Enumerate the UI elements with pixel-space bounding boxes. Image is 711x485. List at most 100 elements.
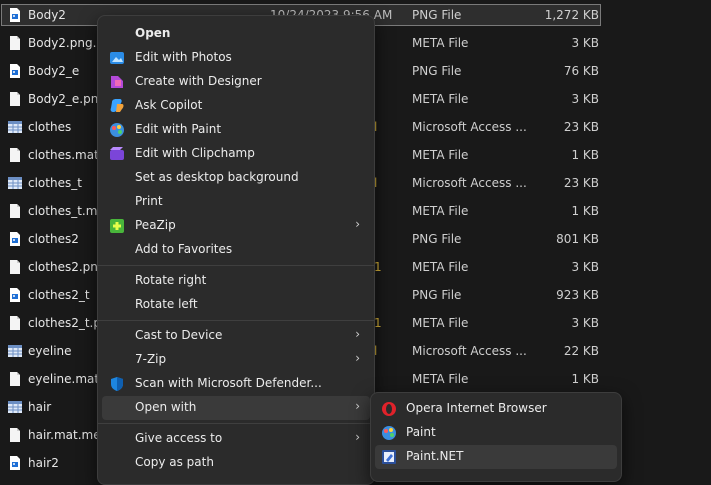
menu-item-label: Create with Designer — [135, 74, 262, 88]
opera-icon — [381, 401, 397, 417]
menu-item-open-with[interactable]: Open with › — [102, 396, 370, 420]
file-type: PNG File — [412, 8, 462, 22]
menu-item-give-access-to[interactable]: Give access to › — [102, 427, 370, 451]
menu-item-open[interactable]: Open — [102, 22, 370, 46]
file-size: 801 KB — [556, 232, 599, 246]
file-size: 3 KB — [571, 36, 599, 50]
file-size: 923 KB — [556, 288, 599, 302]
png-image-icon — [7, 287, 23, 303]
menu-item-cast-to-device[interactable]: Cast to Device › — [102, 324, 370, 348]
menu-item-label: Open with — [135, 400, 197, 414]
file-name: Body2 — [28, 8, 66, 22]
menu-item-edit-with-clipchamp[interactable]: Edit with Clipchamp — [102, 142, 370, 166]
submenu-item-paint-net[interactable]: Paint.NET — [375, 445, 617, 469]
file-name: Body2_e.png — [28, 92, 106, 106]
menu-item-label: Print — [135, 194, 163, 208]
file-name: clothes2_t — [28, 288, 90, 302]
menu-item-label: Add to Favorites — [135, 242, 233, 256]
photos-icon — [109, 50, 125, 66]
chevron-right-icon: › — [355, 399, 360, 413]
submenu-item-paint[interactable]: Paint — [375, 421, 617, 445]
menu-item-edit-with-photos[interactable]: Edit with Photos — [102, 46, 370, 70]
menu-item-7-zip[interactable]: 7-Zip › — [102, 348, 370, 372]
table-icon — [7, 399, 23, 415]
context-menu: Open Edit with Photos Create with Designer… — [97, 15, 375, 485]
file-name: hair — [28, 400, 52, 414]
submenu-item-label: Paint.NET — [406, 449, 464, 463]
file-size: 3 KB — [571, 92, 599, 106]
menu-item-label: Cast to Device — [135, 328, 223, 342]
menu-separator — [98, 423, 374, 424]
menu-item-copy-as-path[interactable]: Copy as path — [102, 451, 370, 475]
document-icon — [7, 259, 23, 275]
clipchamp-icon — [109, 146, 125, 162]
menu-item-set-as-desktop-background[interactable]: Set as desktop background — [102, 166, 370, 190]
png-image-icon — [7, 231, 23, 247]
menu-item-rotate-left[interactable]: Rotate left — [102, 293, 370, 317]
document-icon — [7, 147, 23, 163]
menu-item-label: Ask Copilot — [135, 98, 203, 112]
file-size: 22 KB — [563, 344, 599, 358]
file-size: 3 KB — [571, 316, 599, 330]
menu-item-label: Scan with Microsoft Defender... — [135, 376, 322, 390]
file-name: hair.mat.met — [28, 428, 106, 442]
document-icon — [7, 427, 23, 443]
file-type: META File — [412, 372, 469, 386]
menu-item-label: Rotate left — [135, 297, 198, 311]
menu-item-label: Open — [135, 26, 171, 40]
document-icon — [7, 315, 23, 331]
file-size: 1 KB — [571, 148, 599, 162]
file-size: 76 KB — [563, 64, 599, 78]
menu-item-add-to-favorites[interactable]: Add to Favorites — [102, 238, 370, 262]
file-name: clothes2.png — [28, 260, 106, 274]
file-size: 23 KB — [563, 176, 599, 190]
file-type: META File — [412, 204, 469, 218]
file-name: hair2 — [28, 456, 59, 470]
menu-separator — [98, 265, 374, 266]
menu-item-peazip[interactable]: PeaZip › — [102, 214, 370, 238]
file-size: 23 KB — [563, 120, 599, 134]
menu-item-scan-with-microsoft-defender[interactable]: Scan with Microsoft Defender... — [102, 372, 370, 396]
menu-item-label: Edit with Photos — [135, 50, 232, 64]
menu-item-ask-copilot[interactable]: Ask Copilot — [102, 94, 370, 118]
menu-item-print[interactable]: Print — [102, 190, 370, 214]
chevron-right-icon: › — [355, 351, 360, 365]
menu-item-label: Set as desktop background — [135, 170, 299, 184]
menu-item-edit-with-paint[interactable]: Edit with Paint — [102, 118, 370, 142]
file-type: PNG File — [412, 288, 462, 302]
paint-net-icon — [381, 449, 397, 465]
document-icon — [7, 371, 23, 387]
file-type: PNG File — [412, 232, 462, 246]
file-name: clothes — [28, 120, 72, 134]
menu-item-label: Give access to — [135, 431, 223, 445]
peazip-icon — [109, 218, 125, 234]
menu-separator — [98, 320, 374, 321]
submenu-item-label: Opera Internet Browser — [406, 401, 547, 415]
chevron-right-icon: › — [355, 430, 360, 444]
file-type: META File — [412, 316, 469, 330]
file-name: eyeline — [28, 344, 72, 358]
menu-item-create-with-designer[interactable]: Create with Designer — [102, 70, 370, 94]
file-type: META File — [412, 260, 469, 274]
menu-item-label: 7-Zip — [135, 352, 167, 366]
file-type: PNG File — [412, 64, 462, 78]
file-name: Body2_e — [28, 64, 80, 78]
menu-item-label: PeaZip — [135, 218, 176, 232]
chevron-right-icon: › — [355, 217, 360, 231]
paint-icon — [381, 425, 397, 441]
defender-shield-icon — [109, 376, 125, 392]
file-name: clothes_t — [28, 176, 82, 190]
table-icon — [7, 175, 23, 191]
table-icon — [7, 119, 23, 135]
menu-item-label: Edit with Paint — [135, 122, 222, 136]
file-name: clothes2 — [28, 232, 79, 246]
menu-item-label: Copy as path — [135, 455, 214, 469]
menu-item-rotate-right[interactable]: Rotate right — [102, 269, 370, 293]
menu-item-label: Rotate right — [135, 273, 207, 287]
file-type: META File — [412, 148, 469, 162]
file-type: Microsoft Access ... — [412, 344, 527, 358]
file-type: Microsoft Access ... — [412, 176, 527, 190]
submenu-item-opera-internet-browser[interactable]: Opera Internet Browser — [375, 397, 617, 421]
file-size: 3 KB — [571, 260, 599, 274]
document-icon — [7, 203, 23, 219]
